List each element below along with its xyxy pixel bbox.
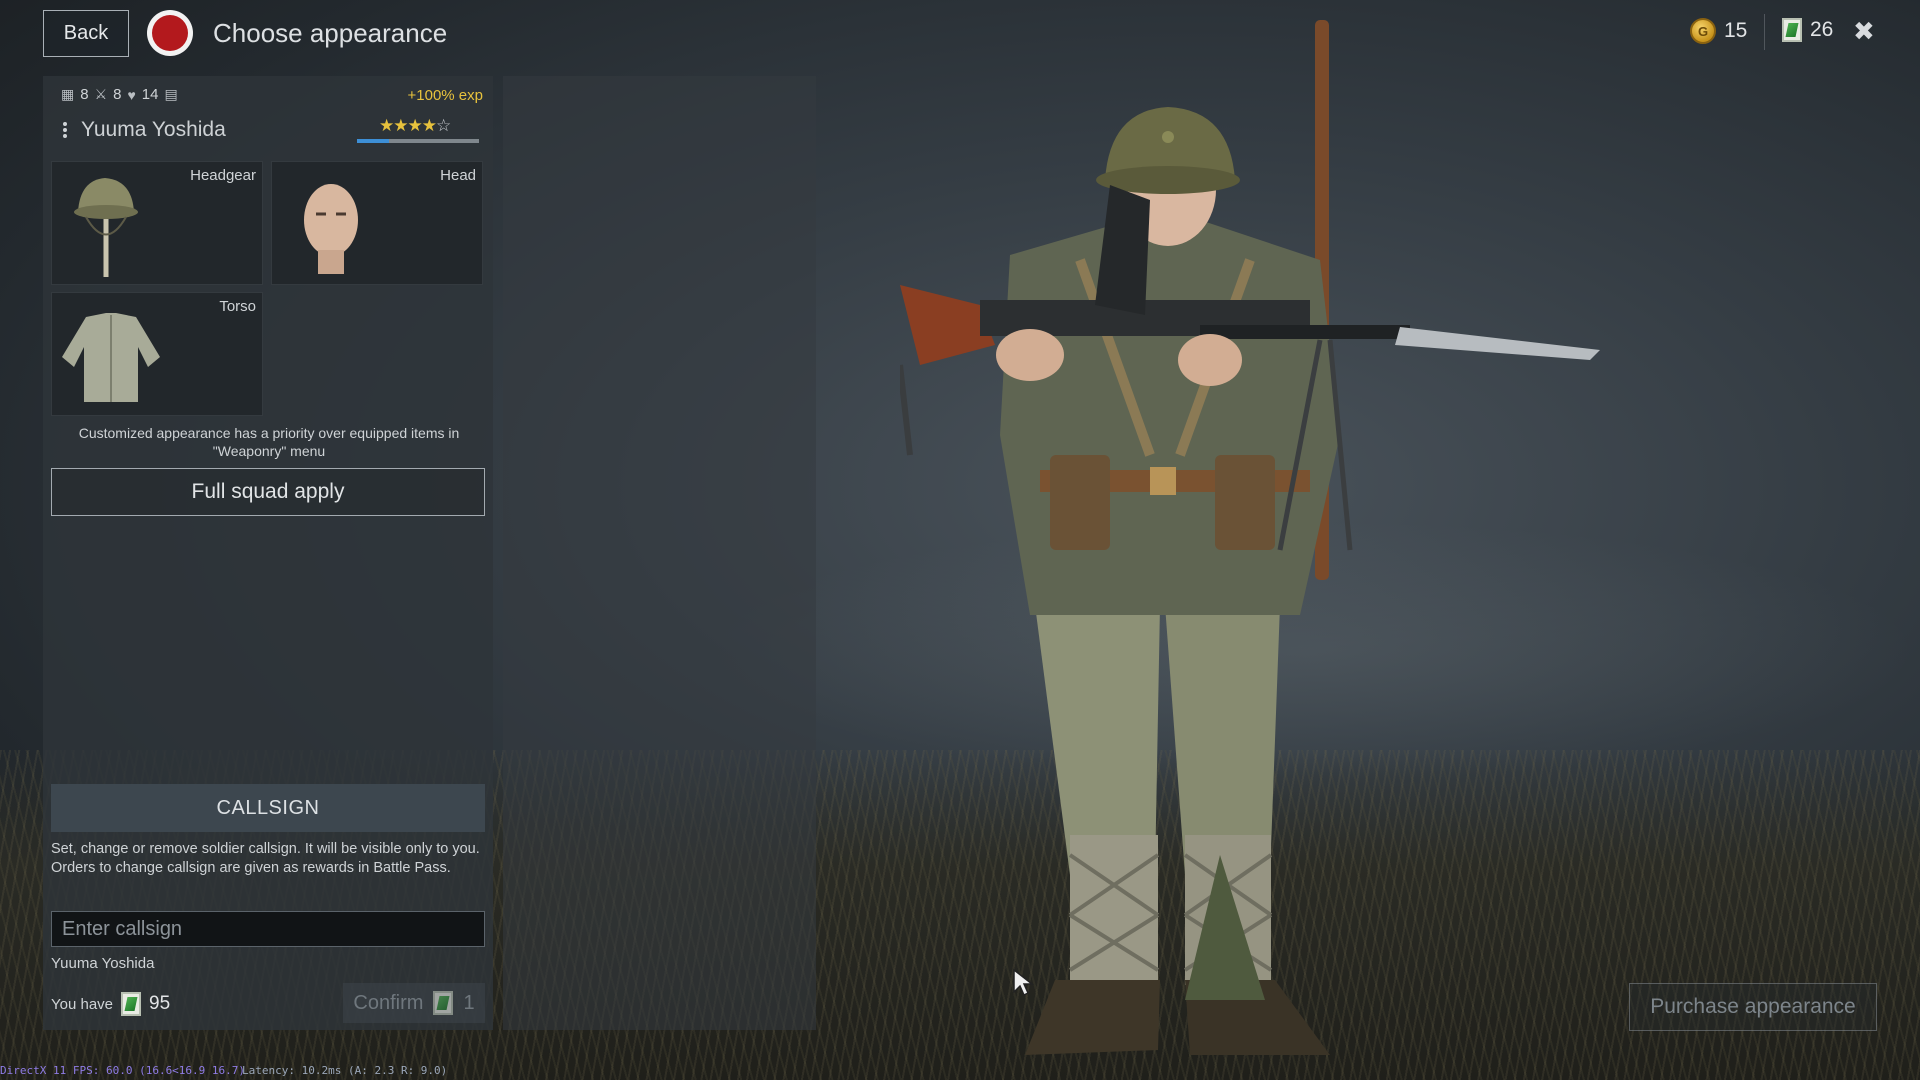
stat-value-2: 8 bbox=[113, 86, 122, 103]
stat-value-3: 14 bbox=[141, 86, 159, 103]
note-line-2: "Weaponry" menu bbox=[212, 443, 326, 459]
callsign-input[interactable] bbox=[51, 911, 485, 947]
you-have-balance: You have 95 bbox=[51, 992, 170, 1016]
ticket-currency: 26 bbox=[1782, 18, 1833, 42]
exp-bonus: +100% exp bbox=[407, 87, 483, 104]
debug-fps: DirectX 11 FPS: 60.0 (16.6<16.9 16.7) bbox=[0, 1064, 246, 1077]
slot-label: Torso bbox=[219, 298, 256, 315]
soldier-model bbox=[900, 20, 1600, 1055]
stars-filled: ★★★★ bbox=[379, 116, 437, 135]
rank-icon bbox=[63, 122, 67, 138]
gold-amount: 15 bbox=[1724, 19, 1748, 42]
slot-label: Head bbox=[440, 167, 476, 184]
slot-label: Headgear bbox=[190, 167, 256, 184]
confirm-button[interactable]: Confirm 1 bbox=[343, 983, 485, 1023]
slot-headgear[interactable]: Headgear bbox=[51, 161, 263, 285]
stat-value-1: 8 bbox=[80, 86, 89, 103]
boot-icon: ⚔ bbox=[94, 86, 108, 102]
callsign-description: Set, change or remove soldier callsign. … bbox=[51, 841, 480, 876]
heart-icon: ♥ bbox=[127, 86, 136, 103]
full-squad-apply-button[interactable]: Full squad apply bbox=[51, 468, 485, 516]
ticket-amount: 26 bbox=[1810, 18, 1834, 41]
soldier-name-row: Yuuma Yoshida bbox=[63, 118, 226, 142]
debug-latency: Latency: 10.2ms (A: 2.3 R: 9.0) bbox=[242, 1064, 448, 1077]
soldier-name: Yuuma Yoshida bbox=[81, 118, 226, 141]
soldier-stats: ▦ 8 ⚔ 8 ♥ 14 ▤ bbox=[61, 86, 178, 103]
confirm-label: Confirm bbox=[353, 991, 424, 1014]
squad-icon: ▦ bbox=[61, 86, 75, 102]
slot-head[interactable]: Head bbox=[271, 161, 483, 285]
back-button[interactable]: Back bbox=[43, 10, 129, 57]
stars-empty: ☆ bbox=[435, 116, 451, 135]
note-line-1: Customized appearance has a priority ove… bbox=[78, 425, 460, 441]
debug-overlay: DirectX 11 FPS: 60.0 (16.6<16.9 16.7) La… bbox=[0, 1064, 447, 1077]
current-callsign: Yuuma Yoshida bbox=[51, 955, 155, 972]
xp-progress-bar bbox=[357, 139, 479, 143]
slot-torso[interactable]: Torso bbox=[51, 292, 263, 416]
soldier-rating: ★★★★☆ bbox=[379, 116, 451, 136]
helmet-icon bbox=[74, 178, 138, 277]
tunic-icon bbox=[62, 313, 160, 402]
order-ticket-icon bbox=[121, 992, 142, 1016]
ammo-icon: ▤ bbox=[164, 86, 178, 102]
secondary-panel bbox=[503, 76, 816, 1030]
you-have-amount: 95 bbox=[149, 993, 171, 1014]
currency-divider bbox=[1764, 14, 1765, 50]
mouse-cursor-icon bbox=[1013, 968, 1034, 997]
appearance-note: Customized appearance has a priority ove… bbox=[49, 424, 489, 460]
gold-coin-icon: G bbox=[1690, 18, 1716, 44]
head-icon bbox=[304, 184, 358, 274]
order-ticket-icon bbox=[1782, 18, 1802, 42]
japan-faction-icon bbox=[147, 10, 193, 56]
order-ticket-icon bbox=[433, 991, 454, 1015]
gold-currency: G 15 bbox=[1690, 18, 1747, 44]
page-title: Choose appearance bbox=[213, 18, 448, 48]
callsign-heading: CALLSIGN bbox=[51, 784, 485, 832]
you-have-label: You have bbox=[51, 995, 114, 1013]
appearance-panel: ▦ 8 ⚔ 8 ♥ 14 ▤ +100% exp Yuuma Yoshida ★… bbox=[43, 76, 493, 1030]
purchase-appearance-button[interactable]: Purchase appearance bbox=[1629, 983, 1877, 1031]
close-icon[interactable]: ✖ bbox=[1853, 16, 1875, 47]
confirm-cost: 1 bbox=[463, 991, 475, 1014]
